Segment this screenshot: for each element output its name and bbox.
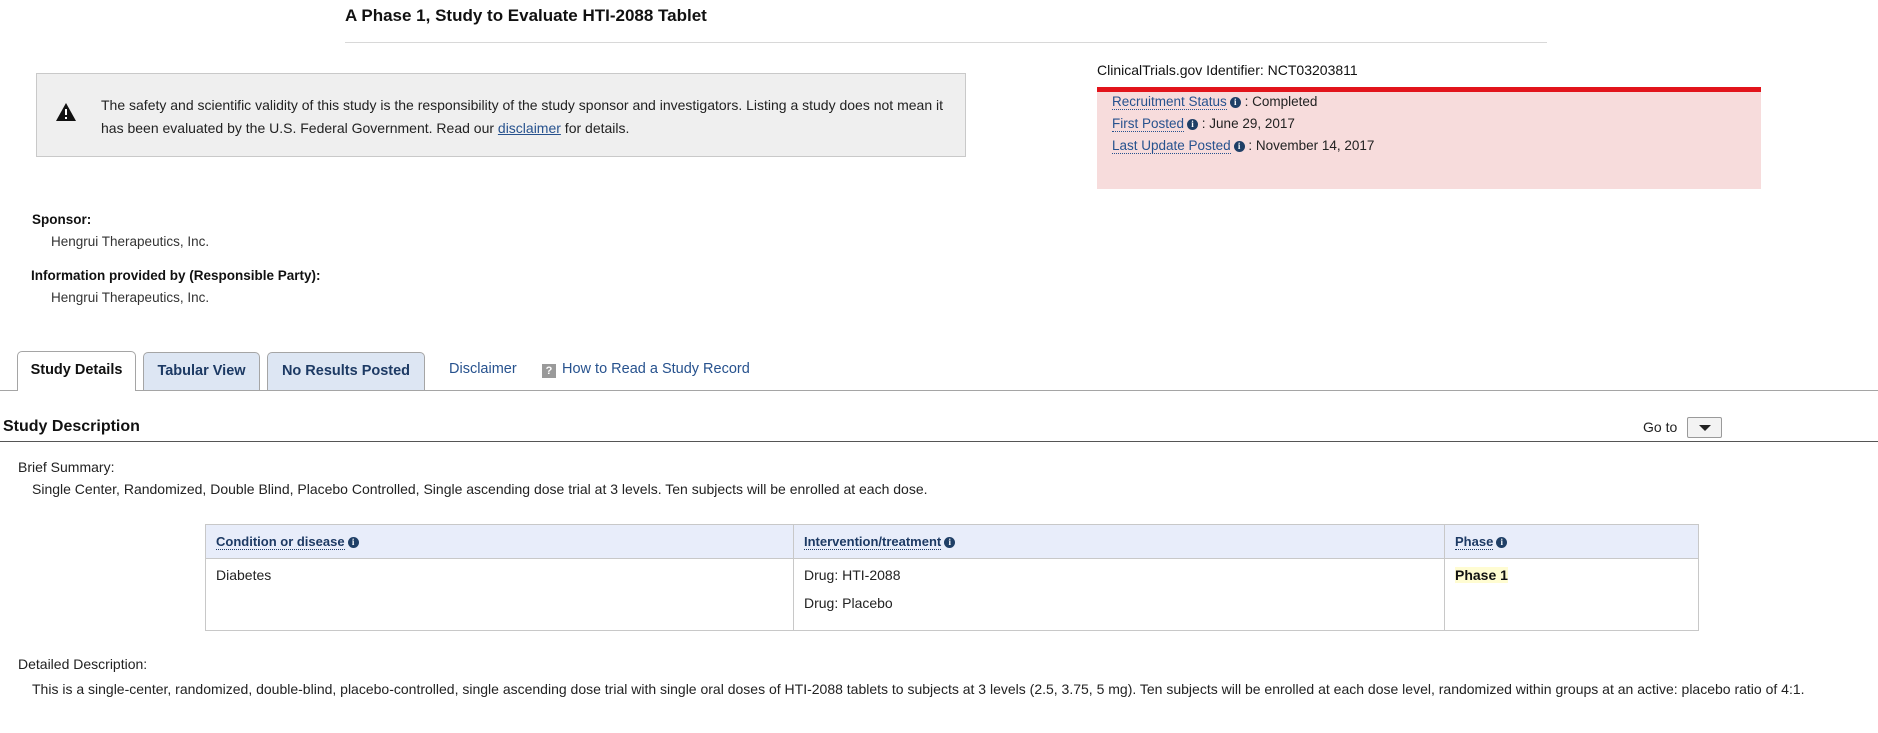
page-title: A Phase 1, Study to Evaluate HTI-2088 Ta… [345, 6, 707, 25]
tab-no-results-posted[interactable]: No Results Posted [267, 352, 425, 390]
how-to-read-link[interactable]: ? How to Read a Study Record [542, 361, 750, 378]
first-posted-row: First Posted i : June 29, 2017 [1112, 116, 1295, 132]
detailed-description-text: This is a single-center, randomized, dou… [32, 681, 1805, 697]
first-posted-label[interactable]: First Posted [1112, 116, 1185, 132]
detailed-description-label: Detailed Description: [18, 656, 148, 672]
responsible-party-value: Hengrui Therapeutics, Inc. [51, 290, 210, 305]
column-header-intervention-label: Intervention/treatment [804, 534, 942, 550]
last-update-row: Last Update Posted i : November 14, 2017 [1112, 138, 1375, 154]
info-icon[interactable]: i [1233, 140, 1245, 152]
responsible-party-label: Information provided by (Responsible Par… [31, 268, 321, 283]
warning-icon [56, 103, 76, 121]
disclaimer-text: The safety and scientific validity of th… [101, 94, 946, 140]
brief-summary-label: Brief Summary: [18, 459, 115, 475]
how-to-read-label: How to Read a Study Record [562, 361, 750, 377]
disclaimer-box: The safety and scientific validity of th… [36, 73, 966, 157]
tabs-baseline [0, 390, 1878, 391]
section-title: Study Description [3, 418, 140, 435]
help-icon: ? [542, 364, 556, 378]
recruitment-status-label[interactable]: Recruitment Status [1112, 94, 1227, 110]
disclaimer-text-after: for details. [560, 120, 630, 136]
last-update-value: : November 14, 2017 [1248, 138, 1375, 153]
column-header-phase[interactable]: Phase i [1444, 524, 1699, 559]
phase-value: Phase 1 [1455, 567, 1508, 583]
intervention-cell: Drug: HTI-2088 Drug: Placebo [793, 558, 1445, 631]
study-identifier: ClinicalTrials.gov Identifier: NCT032038… [1097, 62, 1358, 78]
info-icon[interactable]: i [1229, 96, 1241, 108]
phase-cell: Phase 1 [1444, 558, 1699, 631]
column-header-phase-label: Phase [1455, 534, 1494, 550]
disclaimer-link[interactable]: disclaimer [498, 120, 561, 136]
disclaimer-tab-link[interactable]: Disclaimer [449, 361, 517, 377]
section-divider [0, 441, 1878, 442]
sponsor-value: Hengrui Therapeutics, Inc. [51, 234, 210, 249]
info-icon[interactable]: i [944, 537, 956, 549]
goto-label: Go to [1643, 419, 1678, 435]
brief-summary-text: Single Center, Randomized, Double Blind,… [32, 481, 928, 497]
table-row: Diabetes Drug: HTI-2088 Drug: Placebo Ph… [205, 558, 1699, 631]
table-header-row: Condition or disease i Intervention/treat… [205, 524, 1699, 559]
recruitment-status-row: Recruitment Status i : Completed [1112, 94, 1318, 110]
info-icon[interactable]: i [1496, 537, 1508, 549]
last-update-label[interactable]: Last Update Posted [1112, 138, 1231, 154]
info-icon[interactable]: i [1187, 118, 1199, 130]
goto-dropdown-button[interactable] [1687, 417, 1722, 438]
status-box: Recruitment Status i : Completed First Po… [1097, 87, 1761, 189]
intervention-item: Drug: Placebo [804, 595, 893, 611]
conditions-table: Condition or disease i Intervention/treat… [205, 524, 1699, 631]
tab-study-details[interactable]: Study Details [17, 351, 136, 391]
condition-cell: Diabetes [205, 558, 794, 631]
column-header-condition[interactable]: Condition or disease i [205, 524, 794, 559]
tab-tabular-view[interactable]: Tabular View [143, 352, 260, 390]
intervention-item: Drug: HTI-2088 [804, 567, 901, 583]
first-posted-value: : June 29, 2017 [1201, 116, 1295, 131]
column-header-condition-label: Condition or disease [216, 534, 345, 550]
recruitment-status-value: : Completed [1244, 94, 1318, 109]
sponsor-label: Sponsor: [32, 212, 92, 227]
info-icon[interactable]: i [347, 537, 359, 549]
column-header-intervention[interactable]: Intervention/treatment i [793, 524, 1445, 559]
title-divider [345, 42, 1547, 43]
